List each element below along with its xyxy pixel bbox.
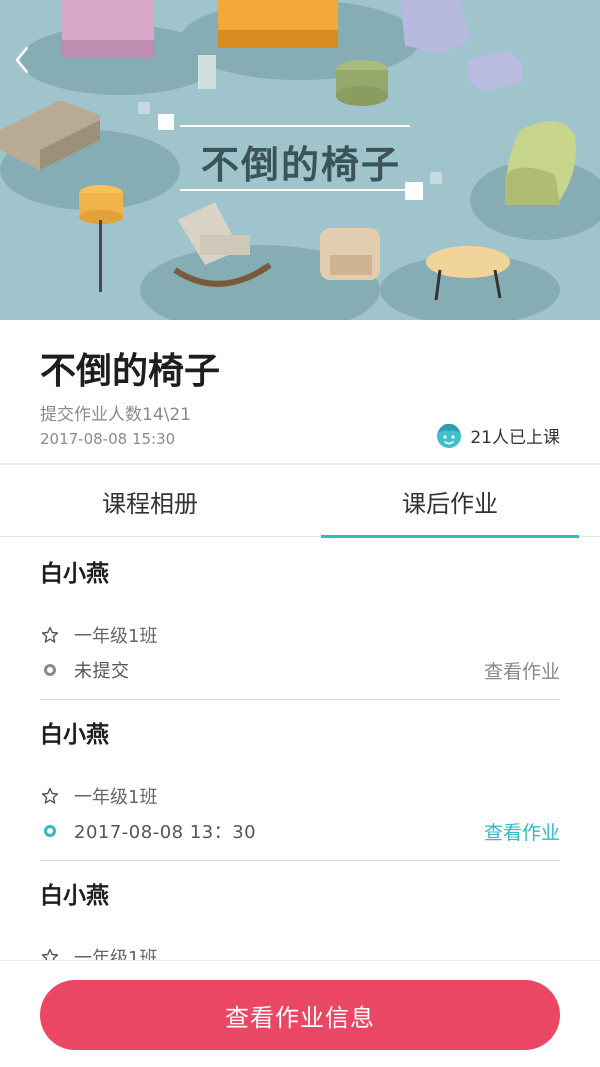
course-time: 2017-08-08 15:30 — [40, 430, 176, 448]
tab-bar: 课程相册 课后作业 — [0, 465, 600, 538]
status-circle-icon — [44, 825, 56, 837]
student-name: 白小燕 — [40, 883, 109, 909]
status-row: 2017-08-08 13：30 — [40, 818, 256, 844]
bottom-bar: 查看作业信息 — [0, 960, 600, 1067]
status-row: 未提交 — [40, 657, 130, 683]
list-item: 白小燕 一年级1班 2017-08-08 13：30 查看作业 — [40, 715, 560, 861]
submit-status: 未提交 — [74, 661, 130, 682]
class-name: 一年级1班 — [74, 948, 158, 960]
tab-course-album[interactable]: 课程相册 — [0, 465, 300, 537]
view-homework-link[interactable]: 查看作业 — [484, 657, 560, 684]
course-title: 不倒的椅子 — [40, 351, 221, 392]
class-row: 一年级1班 — [40, 783, 157, 809]
tab-homework[interactable]: 课后作业 — [300, 465, 600, 538]
star-outline-icon — [41, 787, 59, 804]
course-banner: 不倒的椅子 — [0, 0, 600, 320]
submit-count: 提交作业人数14\21 — [40, 405, 191, 425]
status-circle-icon — [44, 664, 56, 676]
star-outline-icon — [41, 948, 59, 960]
course-info: 不倒的椅子 提交作业人数14\21 2017-08-08 15:30 21人已上… — [0, 320, 600, 464]
back-button[interactable] — [14, 46, 50, 90]
class-name: 一年级1班 — [74, 787, 158, 808]
class-row: 一年级1班 — [40, 622, 157, 648]
class-row: 一年级1班 — [40, 944, 157, 960]
list-item: 白小燕 一年级1班 — [40, 876, 560, 960]
list-item: 白小燕 一年级1班 未提交 查看作业 — [40, 554, 560, 700]
star-outline-icon — [41, 626, 59, 643]
attend-count: 21人已上课 — [434, 420, 560, 450]
banner-title: 不倒的椅子 — [200, 143, 401, 187]
view-homework-link[interactable]: 查看作业 — [484, 818, 560, 845]
attend-text: 21人已上课 — [470, 427, 560, 448]
student-name: 白小燕 — [40, 722, 109, 748]
class-name: 一年级1班 — [74, 626, 158, 647]
divider — [40, 860, 560, 861]
divider — [40, 699, 560, 700]
homework-list: 白小燕 一年级1班 未提交 查看作业 白小燕 一年级1班 2017-08-08 … — [0, 538, 600, 960]
back-arrow-icon — [15, 46, 29, 74]
student-name: 白小燕 — [40, 561, 109, 587]
submit-time: 2017-08-08 13：30 — [74, 822, 257, 843]
view-homework-info-button[interactable]: 查看作业信息 — [40, 980, 560, 1050]
child-face-icon — [437, 423, 462, 448]
